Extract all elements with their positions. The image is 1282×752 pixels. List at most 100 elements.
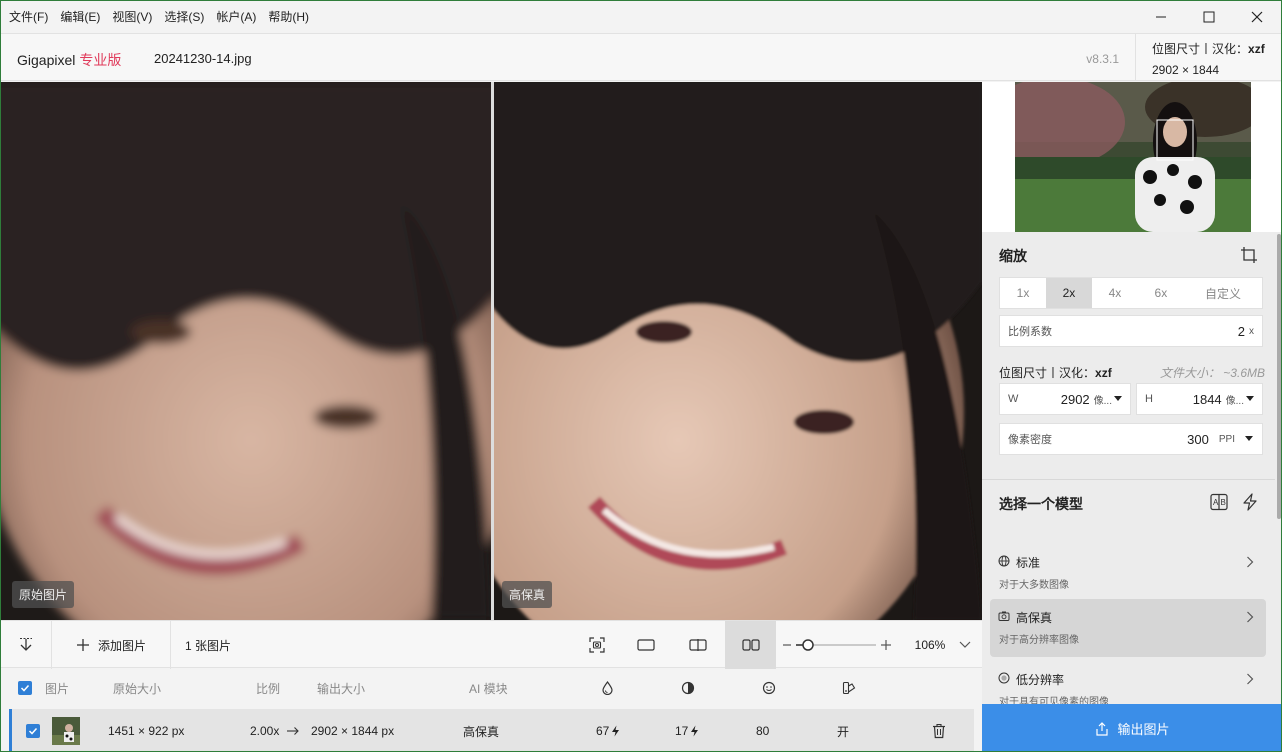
lightning-icon: [1243, 493, 1257, 511]
height-value: 1844: [1192, 391, 1222, 407]
model-option-low-resolution[interactable]: 低分辨率 对于具有可见像素的图像: [990, 661, 1266, 705]
capture-icon: [589, 637, 605, 653]
palette-icon: [842, 681, 856, 695]
col-denoise: [601, 669, 614, 707]
svg-text:A: A: [1213, 498, 1219, 507]
panel-scrollbar-thumb[interactable]: [1277, 234, 1281, 519]
model-option-high-fidelity[interactable]: 高保真 对于高分辨率图像: [990, 599, 1266, 657]
table-header: 图片 原始大小 比例 输出大小 AI 模块: [1, 669, 982, 707]
size-author: xzf: [1248, 42, 1265, 56]
file-name: 20241230-14.jpg: [154, 51, 252, 66]
crop-button[interactable]: [1240, 246, 1258, 267]
width-field[interactable]: W 2902 像...: [999, 383, 1131, 415]
scale-tab-1x[interactable]: 1x: [1000, 278, 1046, 308]
scale-factor-field[interactable]: 比例系数 2 x: [999, 315, 1263, 347]
bitmap-size-label: 位图尺寸丨汉化：xzf: [999, 364, 1112, 381]
menu-file[interactable]: 文件(F): [1, 1, 54, 33]
model-name: 低分辨率: [1016, 673, 1065, 687]
chevron-right-icon: [1247, 556, 1254, 568]
menu-select[interactable]: 选择(S): [158, 1, 210, 33]
scale-tab-2x[interactable]: 2x: [1045, 278, 1092, 308]
autopilot-button[interactable]: [1242, 493, 1258, 514]
app-name: Gigapixel: [17, 52, 76, 68]
plus-icon: [881, 640, 891, 650]
zoom-in-button[interactable]: [878, 621, 894, 669]
preview-area[interactable]: 原始图片 高保真: [1, 82, 982, 620]
row-ratio: 2.00x: [250, 724, 280, 738]
model-section-title: 选择一个模型: [999, 496, 1083, 512]
chevron-right-icon: [1247, 611, 1254, 623]
window-controls: [1137, 1, 1281, 33]
row-denoise: 67: [596, 709, 620, 751]
minus-icon: [783, 644, 791, 646]
add-image-button[interactable]: 添加图片: [52, 621, 170, 669]
minimize-button[interactable]: [1137, 1, 1185, 33]
trash-icon: [933, 723, 945, 739]
width-value: 2902: [1060, 391, 1090, 407]
add-image-label: 添加图片: [97, 638, 146, 653]
compare-icon: AB: [1210, 493, 1228, 511]
minimize-icon: [1156, 16, 1166, 18]
row-denoise-value: 67: [596, 724, 610, 738]
menu-edit[interactable]: 编辑(E): [54, 1, 106, 33]
bitmap-author: xzf: [1095, 366, 1112, 380]
export-button[interactable]: 输出图片: [982, 704, 1281, 751]
chevron-down-icon: [959, 641, 971, 648]
col-color-correction: [842, 669, 856, 707]
model-name: 标准: [1016, 556, 1041, 570]
settings-panel: 缩放 1x 2x 4x 6x 自定义 比例系数 2 x 位图尺寸丨汉化：xzf …: [982, 82, 1281, 751]
droplet-icon: [602, 681, 613, 695]
ppi-field[interactable]: 像素密度 300 PPI: [999, 423, 1263, 455]
row-thumbnail: [52, 709, 80, 751]
row-sharpen: 17: [675, 709, 699, 751]
menu-account[interactable]: 帐户(A): [210, 1, 262, 33]
zoom-out-button[interactable]: [779, 621, 795, 669]
check-icon: [20, 684, 30, 692]
original-face-image: [1, 82, 491, 620]
col-ai-model: AI 模块: [469, 681, 508, 696]
single-view-button[interactable]: [623, 621, 669, 669]
model-preview-label: 高保真: [502, 581, 553, 608]
caret-down-icon: [1245, 436, 1253, 441]
row-model: 高保真: [463, 724, 500, 739]
col-face-recovery: [762, 669, 776, 707]
maximize-button[interactable]: [1185, 1, 1233, 33]
single-view-icon: [637, 639, 655, 651]
table-row[interactable]: 1451 × 922 px 2.00x 2902 × 1844 px 高保真 6…: [9, 709, 974, 751]
contrast-circle-icon: [681, 681, 695, 695]
row-checkbox[interactable]: [26, 709, 40, 751]
col-ratio: 比例: [256, 681, 281, 696]
close-button[interactable]: [1233, 1, 1281, 33]
zoom-slider[interactable]: [796, 621, 876, 669]
height-field[interactable]: H 1844 像...: [1136, 383, 1263, 415]
delete-row-button[interactable]: [932, 709, 946, 751]
compare-models-button[interactable]: AB: [1210, 493, 1228, 514]
enhanced-preview[interactable]: 高保真: [494, 82, 982, 620]
camera-icon: [998, 611, 1010, 621]
image-count: 1 张图片: [185, 638, 232, 653]
navigator-thumbnail[interactable]: [982, 82, 1281, 232]
model-option-standard[interactable]: 标准 对于大多数图像: [990, 544, 1266, 602]
row-output-size: 2902 × 1844 px: [311, 724, 395, 738]
split-view-button[interactable]: [675, 621, 721, 669]
row-ratio-arrow: [286, 709, 300, 751]
check-icon: [28, 727, 38, 735]
menu-help[interactable]: 帮助(H): [262, 1, 315, 33]
import-button[interactable]: [1, 621, 51, 669]
scale-tab-6x[interactable]: 6x: [1138, 278, 1184, 308]
side-by-side-view-button[interactable]: [725, 621, 776, 669]
zoom-dropdown[interactable]: [954, 621, 976, 669]
globe-icon: [998, 555, 1010, 567]
chevron-right-icon: [1247, 673, 1254, 685]
lightning-icon: [691, 725, 699, 737]
toolbar-separator: [170, 621, 171, 669]
zoom-slider-track: [796, 639, 876, 651]
original-preview[interactable]: 原始图片: [1, 82, 491, 620]
menu-view[interactable]: 视图(V): [106, 1, 158, 33]
scale-tab-custom[interactable]: 自定义: [1184, 278, 1262, 308]
split-view-icon: [689, 639, 707, 651]
screenshot-button[interactable]: [574, 621, 620, 669]
select-all-checkbox[interactable]: [18, 669, 32, 707]
scale-tab-4x[interactable]: 4x: [1092, 278, 1138, 308]
arrow-right-icon: [287, 727, 299, 735]
